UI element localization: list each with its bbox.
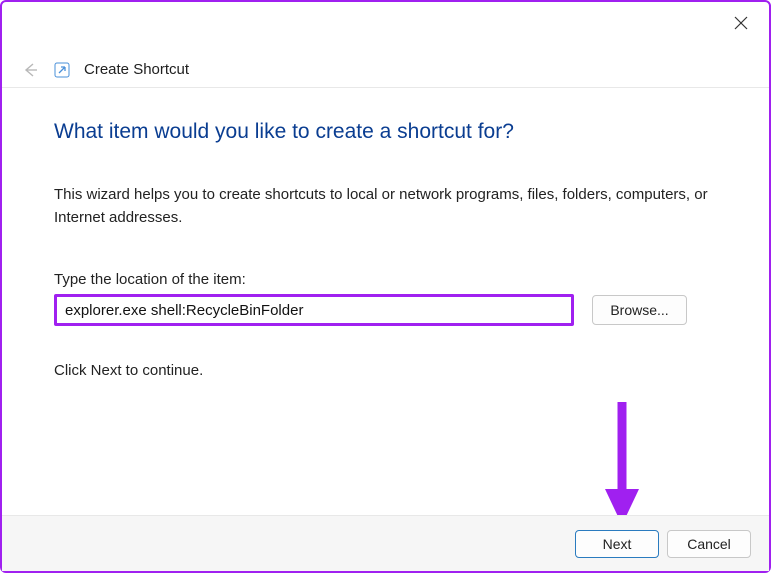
location-input[interactable]: [54, 294, 574, 326]
cancel-button[interactable]: Cancel: [667, 530, 751, 558]
wizard-content: What item would you like to create a sho…: [54, 102, 717, 379]
page-heading: What item would you like to create a sho…: [54, 120, 717, 144]
location-label: Type the location of the item:: [54, 271, 717, 288]
location-row: Browse...: [54, 294, 717, 326]
shortcut-icon: [54, 62, 70, 78]
annotation-arrow-icon: [602, 397, 642, 527]
close-icon: [734, 16, 748, 30]
continue-hint: Click Next to continue.: [54, 362, 717, 379]
next-button[interactable]: Next: [575, 530, 659, 558]
wizard-description: This wizard helps you to create shortcut…: [54, 184, 717, 229]
close-button[interactable]: [723, 8, 759, 38]
wizard-footer: Next Cancel: [2, 515, 769, 571]
back-button: [20, 61, 40, 79]
browse-button[interactable]: Browse...: [592, 295, 687, 325]
wizard-header: Create Shortcut: [2, 52, 769, 88]
wizard-title: Create Shortcut: [84, 61, 189, 78]
back-arrow-icon: [21, 61, 39, 79]
